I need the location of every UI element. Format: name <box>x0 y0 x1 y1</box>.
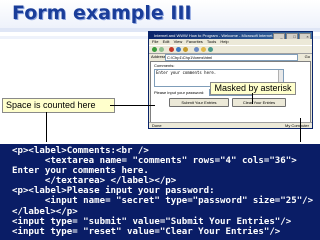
address-bar: Address C:\Chp1\Chp1\forms\html Go <box>149 53 312 61</box>
code-line: <textarea name= "comments" rows="4" cols… <box>12 156 297 167</box>
status-zone: My Computer <box>284 123 309 128</box>
callout-space-counted: Space is counted here <box>2 98 115 113</box>
menu-favorites[interactable]: Favorites <box>186 39 202 44</box>
go-button[interactable]: Go <box>305 53 310 60</box>
code-line: <p><label>Please input your password: <box>12 186 215 197</box>
menu-edit[interactable]: Edit <box>163 39 170 44</box>
connector-line <box>300 118 301 142</box>
forward-icon[interactable] <box>159 47 164 52</box>
code-line: <p><label>Comments:<br /> <box>12 146 149 156</box>
code-line: <input type= "reset" value="Clear Your E… <box>12 226 281 237</box>
menu-view[interactable]: View <box>174 39 183 44</box>
code-line: <input type= "submit" value="Submit Your… <box>12 216 292 227</box>
home-icon[interactable] <box>183 47 188 52</box>
connector-line <box>252 93 253 104</box>
callout-masked-by-asterisk: Masked by asterisk <box>210 82 296 95</box>
submit-button[interactable]: Submit Your Entries <box>169 98 229 107</box>
code-block: <p><label>Comments:<br /> <textarea name… <box>0 144 320 240</box>
stop-icon[interactable] <box>169 47 174 52</box>
search-icon[interactable] <box>194 47 199 52</box>
connector-line <box>46 112 47 142</box>
browser-window: Internet and WWW How to Program - Welcom… <box>148 31 313 129</box>
reset-button[interactable]: Clear Your Entries <box>232 98 286 107</box>
history-icon[interactable] <box>208 47 213 52</box>
code-line: Enter your comments here. <box>12 166 149 177</box>
menu-tools[interactable]: Tools <box>207 39 216 44</box>
address-label: Address <box>151 54 166 59</box>
menu-help[interactable]: Help <box>220 39 228 44</box>
menu-file[interactable]: File <box>152 39 158 44</box>
connector-line <box>110 105 155 106</box>
comments-text: Enter your comments here. <box>156 70 217 75</box>
status-text: Done <box>152 123 162 128</box>
address-input[interactable]: C:\Chp1\Chp1\forms\html <box>165 54 298 61</box>
code-line: </textarea> </label></p> <box>12 176 177 187</box>
code-line: </label></p> <box>12 206 78 217</box>
code-line: <input name= "secret" type="password" si… <box>12 196 314 207</box>
comments-label: Comments: <box>154 63 175 68</box>
browser-title: Internet and WWW How to Program - Welcom… <box>154 33 276 38</box>
status-bar: Done My Computer <box>149 122 312 128</box>
back-icon[interactable] <box>152 47 157 52</box>
slide-title: Form example III <box>12 2 192 24</box>
refresh-icon[interactable] <box>176 47 181 52</box>
password-label: Please input your password: <box>154 90 205 95</box>
browser-title-bar: Internet and WWW How to Program - Welcom… <box>149 32 312 39</box>
favorites-icon[interactable] <box>201 47 206 52</box>
